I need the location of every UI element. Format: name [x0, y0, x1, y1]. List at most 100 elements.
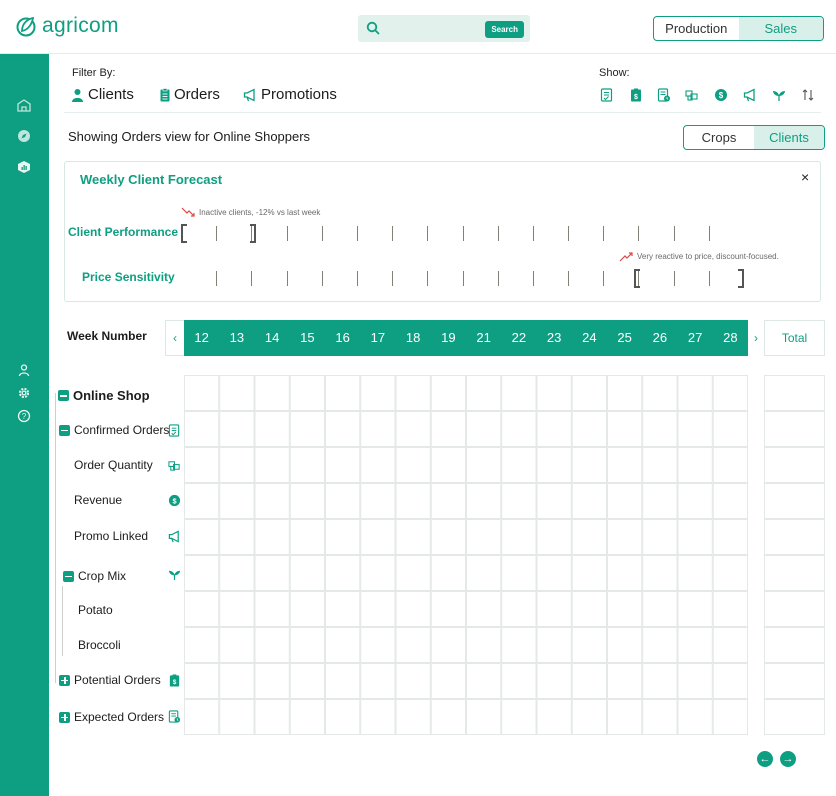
grid-cell[interactable]: [325, 375, 361, 411]
grid-cell[interactable]: [325, 447, 361, 483]
grid-cell[interactable]: [571, 627, 607, 663]
grid-cell[interactable]: [536, 411, 572, 447]
view-clients[interactable]: Clients: [754, 126, 824, 149]
week-23[interactable]: 23: [537, 320, 572, 356]
grid-cell[interactable]: [571, 663, 607, 699]
grid-cell[interactable]: [325, 411, 361, 447]
grid-cell[interactable]: [360, 411, 396, 447]
grid-cell[interactable]: [289, 591, 325, 627]
grid-cell[interactable]: [607, 591, 643, 627]
total-cell[interactable]: [764, 627, 825, 663]
grid-cell[interactable]: [254, 483, 290, 519]
grid-cell[interactable]: [219, 663, 255, 699]
grid-cell[interactable]: [571, 699, 607, 735]
grid-cell[interactable]: [289, 411, 325, 447]
total-cell[interactable]: [764, 375, 825, 411]
grid-cell[interactable]: [395, 447, 431, 483]
barn-icon[interactable]: [17, 98, 31, 112]
close-icon[interactable]: ×: [801, 169, 809, 185]
grid-cell[interactable]: [677, 411, 713, 447]
grid-cell[interactable]: [466, 447, 502, 483]
grid-cell[interactable]: [466, 483, 502, 519]
grid-cell[interactable]: [642, 627, 678, 663]
range-bracket[interactable]: [738, 269, 744, 288]
grid-cell[interactable]: [325, 555, 361, 591]
collapse-icon[interactable]: [59, 424, 70, 436]
grid-cell[interactable]: [360, 627, 396, 663]
mode-sales[interactable]: Sales: [738, 17, 823, 40]
confirmed-orders-row[interactable]: Confirmed Orders: [59, 423, 169, 437]
total-cell[interactable]: [764, 483, 825, 519]
total-cell[interactable]: [764, 591, 825, 627]
expand-icon[interactable]: [59, 711, 70, 723]
grid-cell[interactable]: [289, 519, 325, 555]
week-28[interactable]: 28: [713, 320, 748, 356]
grid-cell[interactable]: [219, 447, 255, 483]
grid-cell[interactable]: [712, 555, 748, 591]
grid-cell[interactable]: [677, 519, 713, 555]
week-next-button[interactable]: ›: [748, 320, 764, 356]
grid-cell[interactable]: [571, 483, 607, 519]
week-22[interactable]: 22: [501, 320, 536, 356]
grid-cell[interactable]: [536, 375, 572, 411]
mode-production[interactable]: Production: [654, 17, 739, 40]
potential-orders-icon[interactable]: $: [629, 88, 643, 102]
grid-cell[interactable]: [395, 375, 431, 411]
week-prev-button[interactable]: ‹: [165, 320, 185, 356]
grid-cell[interactable]: [289, 699, 325, 735]
week-24[interactable]: 24: [572, 320, 607, 356]
promo-linked-row[interactable]: Promo Linked: [74, 529, 148, 543]
collapse-icon[interactable]: [58, 390, 69, 401]
grid-cell[interactable]: [395, 411, 431, 447]
grid-cell[interactable]: [677, 375, 713, 411]
grid-cell[interactable]: [607, 411, 643, 447]
user-icon[interactable]: [17, 363, 31, 377]
order-quantity-row[interactable]: Order Quantity: [74, 458, 153, 472]
analytics-icon[interactable]: [17, 160, 31, 174]
grid-cell[interactable]: [325, 483, 361, 519]
grid-cell[interactable]: [712, 663, 748, 699]
grid-cell[interactable]: [677, 699, 713, 735]
week-18[interactable]: 18: [396, 320, 431, 356]
grid-cell[interactable]: [219, 519, 255, 555]
grid-cell[interactable]: [254, 375, 290, 411]
grid-cell[interactable]: [466, 699, 502, 735]
grid-cell[interactable]: [466, 411, 502, 447]
grid-cell[interactable]: [325, 591, 361, 627]
grid-cell[interactable]: [642, 591, 678, 627]
grid-cell[interactable]: [360, 447, 396, 483]
grid-cell[interactable]: [254, 699, 290, 735]
gear-icon[interactable]: [17, 386, 31, 400]
filter-promotions[interactable]: Promotions: [243, 86, 337, 103]
grid-cell[interactable]: [184, 591, 220, 627]
grid-cell[interactable]: [607, 663, 643, 699]
grid-cell[interactable]: [395, 483, 431, 519]
revenue-icon[interactable]: $: [714, 88, 728, 102]
grid-cell[interactable]: [712, 375, 748, 411]
week-13[interactable]: 13: [219, 320, 254, 356]
grid-cell[interactable]: [360, 555, 396, 591]
expected-orders-icon[interactable]: [657, 88, 671, 102]
grid-cell[interactable]: [184, 375, 220, 411]
grid-cell[interactable]: [501, 483, 537, 519]
grid-cell[interactable]: [184, 447, 220, 483]
grid-cell[interactable]: [430, 447, 466, 483]
crop-mix-row[interactable]: Crop Mix: [63, 569, 126, 583]
grid-cell[interactable]: [466, 555, 502, 591]
total-cell[interactable]: [764, 663, 825, 699]
grid-cell[interactable]: [219, 555, 255, 591]
grid-cell[interactable]: [360, 663, 396, 699]
week-25[interactable]: 25: [607, 320, 642, 356]
week-26[interactable]: 26: [642, 320, 677, 356]
grid-cell[interactable]: [184, 627, 220, 663]
grid-cell[interactable]: [536, 591, 572, 627]
online-shop-row[interactable]: Online Shop: [58, 388, 150, 403]
grid-cell[interactable]: [430, 411, 466, 447]
grid-cell[interactable]: [571, 375, 607, 411]
grid-cell[interactable]: [642, 519, 678, 555]
grid-cell[interactable]: [395, 663, 431, 699]
grid-cell[interactable]: [289, 375, 325, 411]
grid-cell[interactable]: [360, 375, 396, 411]
total-cell[interactable]: [764, 519, 825, 555]
search-button[interactable]: Search: [485, 21, 524, 38]
